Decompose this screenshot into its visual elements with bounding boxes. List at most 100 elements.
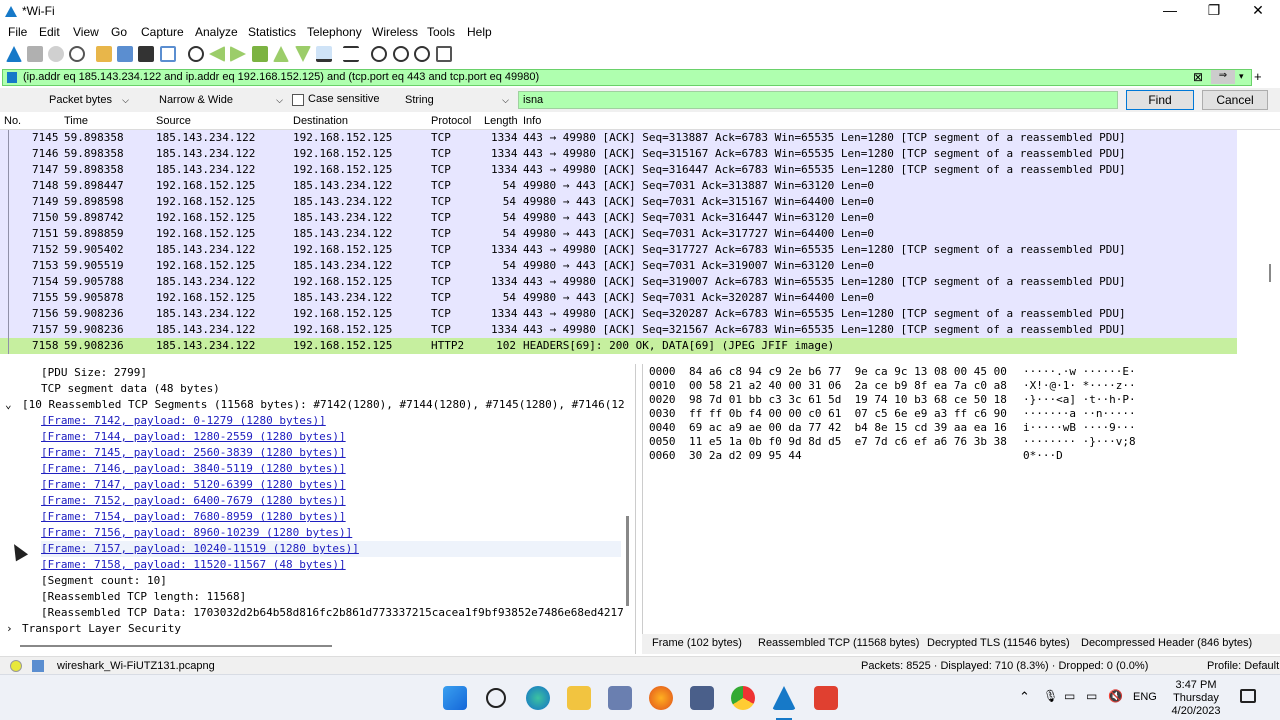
packet-row[interactable]: 7146 59.898358 185.143.234.122 192.168.152.… xyxy=(0,146,1237,162)
packet-row[interactable]: 7156 59.908236 185.143.234.122 192.168.152.… xyxy=(0,306,1237,322)
packet-list[interactable]: No. Time Source Destination Protocol Len… xyxy=(0,112,1280,358)
menu-analyze[interactable]: Analyze xyxy=(195,25,238,39)
packet-row[interactable]: 7150 59.898742 192.168.152.125 185.143.234.… xyxy=(0,210,1237,226)
hex-ascii[interactable]: ·····.·w ······E· xyxy=(1023,365,1136,379)
hex-bytes[interactable]: ff ff 0b f4 00 00 c0 61 07 c5 6e e9 a3 f… xyxy=(689,407,1007,421)
tree-item-tcp-segment-data[interactable]: TCP segment data (48 bytes) xyxy=(41,381,220,397)
hex-ascii[interactable]: 0*···D xyxy=(1023,449,1063,463)
zoom-out-icon[interactable] xyxy=(393,46,409,62)
hex-bytes[interactable]: 30 2a d2 09 95 44 xyxy=(689,449,802,463)
close-file-icon[interactable] xyxy=(138,46,154,62)
capture-options-icon[interactable] xyxy=(69,46,85,62)
editor-app-icon[interactable] xyxy=(814,686,838,710)
case-sensitive-checkbox[interactable] xyxy=(292,94,304,106)
menu-statistics[interactable]: Statistics xyxy=(248,25,296,39)
column-header-source[interactable]: Source xyxy=(156,115,191,127)
first-packet-icon[interactable] xyxy=(273,46,289,62)
tree-item-frame-link[interactable]: [Frame: 7152, payload: 6400-7679 (1280 b… xyxy=(41,493,346,509)
menu-view[interactable]: View xyxy=(73,25,99,39)
edge-browser-icon[interactable] xyxy=(526,686,550,710)
find-button[interactable]: Find xyxy=(1126,90,1194,110)
tab-reassembled-tcp[interactable]: Reassembled TCP (11568 bytes) xyxy=(758,637,919,649)
column-header-destination[interactable]: Destination xyxy=(293,115,348,127)
network-icon[interactable]: ▭ xyxy=(1064,689,1075,703)
hex-bytes[interactable]: 84 a6 c8 94 c9 2e b6 77 9e ca 9c 13 08 0… xyxy=(689,365,1007,379)
packet-row[interactable]: 7158 59.908236 185.143.234.122 192.168.152.… xyxy=(0,338,1237,354)
packet-row[interactable]: 7153 59.905519 192.168.152.125 185.143.234.… xyxy=(0,258,1237,274)
tree-item-frame-link[interactable]: [Frame: 7154, payload: 7680-8959 (1280 b… xyxy=(41,509,346,525)
hex-ascii[interactable]: i·····wB ····9··· xyxy=(1023,421,1136,435)
menu-telephony[interactable]: Telephony xyxy=(307,25,362,39)
wireshark-taskbar-icon[interactable] xyxy=(772,686,796,710)
apply-filter-icon[interactable]: ⇒ xyxy=(1211,70,1235,84)
colorize-icon[interactable] xyxy=(343,46,359,62)
stop-capture-icon[interactable] xyxy=(27,46,43,62)
maximize-button[interactable]: ❐ xyxy=(1192,0,1236,22)
packet-row[interactable]: 7155 59.905878 192.168.152.125 185.143.234.… xyxy=(0,290,1237,306)
tab-decrypted-tls[interactable]: Decrypted TLS (11546 bytes) xyxy=(927,637,1070,649)
menu-capture[interactable]: Capture xyxy=(141,25,184,39)
find-packet-icon[interactable] xyxy=(188,46,204,62)
packet-bytes-pane[interactable]: 0000 84 a6 c8 94 c9 2e b6 77 9e ca 9c 13 … xyxy=(642,364,1280,634)
close-button[interactable]: ✕ xyxy=(1236,0,1280,22)
restart-capture-icon[interactable] xyxy=(48,46,64,62)
details-hscrollbar-thumb[interactable] xyxy=(20,645,332,647)
chevron-up-icon[interactable]: ⌃ xyxy=(1019,689,1030,705)
tree-item-frame-link[interactable]: [Frame: 7158, payload: 11520-11567 (48 b… xyxy=(41,557,346,573)
tree-item-frame-link[interactable]: [Frame: 7146, payload: 3840-5119 (1280 b… xyxy=(41,461,346,477)
chrome-icon[interactable] xyxy=(731,686,755,710)
scrollbar-thumb[interactable] xyxy=(1269,264,1271,282)
packet-row[interactable]: 7148 59.898447 192.168.152.125 185.143.234.… xyxy=(0,178,1237,194)
packet-row[interactable]: 7154 59.905788 185.143.234.122 192.168.152.… xyxy=(0,274,1237,290)
save-file-icon[interactable] xyxy=(117,46,133,62)
column-header-protocol[interactable]: Protocol xyxy=(431,115,471,127)
microphone-icon[interactable]: 🎙 xyxy=(1043,689,1058,703)
packet-row[interactable]: 7152 59.905402 185.143.234.122 192.168.152.… xyxy=(0,242,1237,258)
packet-details-tree[interactable]: [PDU Size: 2799] TCP segment data (48 by… xyxy=(0,364,636,654)
reload-file-icon[interactable] xyxy=(160,46,176,62)
tab-frame-bytes[interactable]: Frame (102 bytes) xyxy=(652,637,742,649)
column-header-no[interactable]: No. xyxy=(4,115,21,127)
collapse-arrow-icon[interactable]: › xyxy=(6,621,13,637)
tree-item-reassembled-segments[interactable]: [10 Reassembled TCP Segments (11568 byte… xyxy=(22,397,625,413)
normal-size-icon[interactable] xyxy=(414,46,430,62)
app-icon[interactable] xyxy=(608,686,632,710)
tab-decompressed-header[interactable]: Decompressed Header (846 bytes) xyxy=(1081,637,1252,649)
bookmark-icon[interactable] xyxy=(7,72,17,83)
packet-row[interactable]: 7151 59.898859 192.168.152.125 185.143.234.… xyxy=(0,226,1237,242)
cancel-button[interactable]: Cancel xyxy=(1202,90,1268,110)
search-in-select[interactable]: Packet bytes ⌵ xyxy=(45,91,133,109)
packet-row[interactable]: 7145 59.898358 185.143.234.122 192.168.152.… xyxy=(0,130,1237,146)
hex-ascii[interactable]: ········ ·}···v;8 xyxy=(1023,435,1136,449)
start-capture-icon[interactable] xyxy=(6,46,22,62)
profile-label[interactable]: Profile: Default xyxy=(1207,660,1279,672)
hex-bytes[interactable]: 98 7d 01 bb c3 3c 61 5d 19 74 10 b3 68 c… xyxy=(689,393,1007,407)
packet-row[interactable]: 7149 59.898598 192.168.152.125 185.143.234.… xyxy=(0,194,1237,210)
minimize-button[interactable]: — xyxy=(1148,0,1192,22)
edit-comment-icon[interactable] xyxy=(32,660,44,672)
expand-arrow-icon[interactable]: ⌄ xyxy=(5,397,12,413)
tree-item-frame-link[interactable]: [Frame: 7144, payload: 1280-2559 (1280 b… xyxy=(41,429,346,445)
open-file-icon[interactable] xyxy=(96,46,112,62)
display-filter-input[interactable]: (ip.addr eq 185.143.234.122 and ip.addr … xyxy=(2,69,1252,86)
packet-row[interactable]: 7147 59.898358 185.143.234.122 192.168.152.… xyxy=(0,162,1237,178)
search-type-select[interactable]: String ⌵ xyxy=(401,91,513,109)
tree-item-reassembled-length[interactable]: [Reassembled TCP length: 11568] xyxy=(41,589,246,605)
details-scrollbar-thumb[interactable] xyxy=(626,516,629,606)
go-forward-icon[interactable] xyxy=(230,46,246,62)
hex-ascii[interactable]: ·X!·@·1· *····z·· xyxy=(1023,379,1136,393)
tree-item-frame-link[interactable]: [Frame: 7145, payload: 2560-3839 (1280 b… xyxy=(41,445,346,461)
filter-history-dropdown-icon[interactable]: ▾ xyxy=(1239,71,1244,82)
search-icon[interactable] xyxy=(486,688,506,708)
go-to-packet-icon[interactable] xyxy=(252,46,268,62)
hex-ascii[interactable]: ·}···<a] ·t··h·P· xyxy=(1023,393,1136,407)
tree-item-frame-link[interactable]: [Frame: 7142, payload: 0-1279 (1280 byte… xyxy=(41,413,326,429)
firefox-icon[interactable] xyxy=(649,686,673,710)
tree-item-pdu-size[interactable]: [PDU Size: 2799] xyxy=(41,365,147,381)
zoom-in-icon[interactable] xyxy=(371,46,387,62)
column-header-length[interactable]: Length xyxy=(484,115,518,127)
menu-edit[interactable]: Edit xyxy=(39,25,60,39)
menu-help[interactable]: Help xyxy=(467,25,492,39)
start-icon[interactable] xyxy=(443,686,467,710)
tree-item-frame-link[interactable]: [Frame: 7157, payload: 10240-11519 (1280… xyxy=(41,541,621,557)
